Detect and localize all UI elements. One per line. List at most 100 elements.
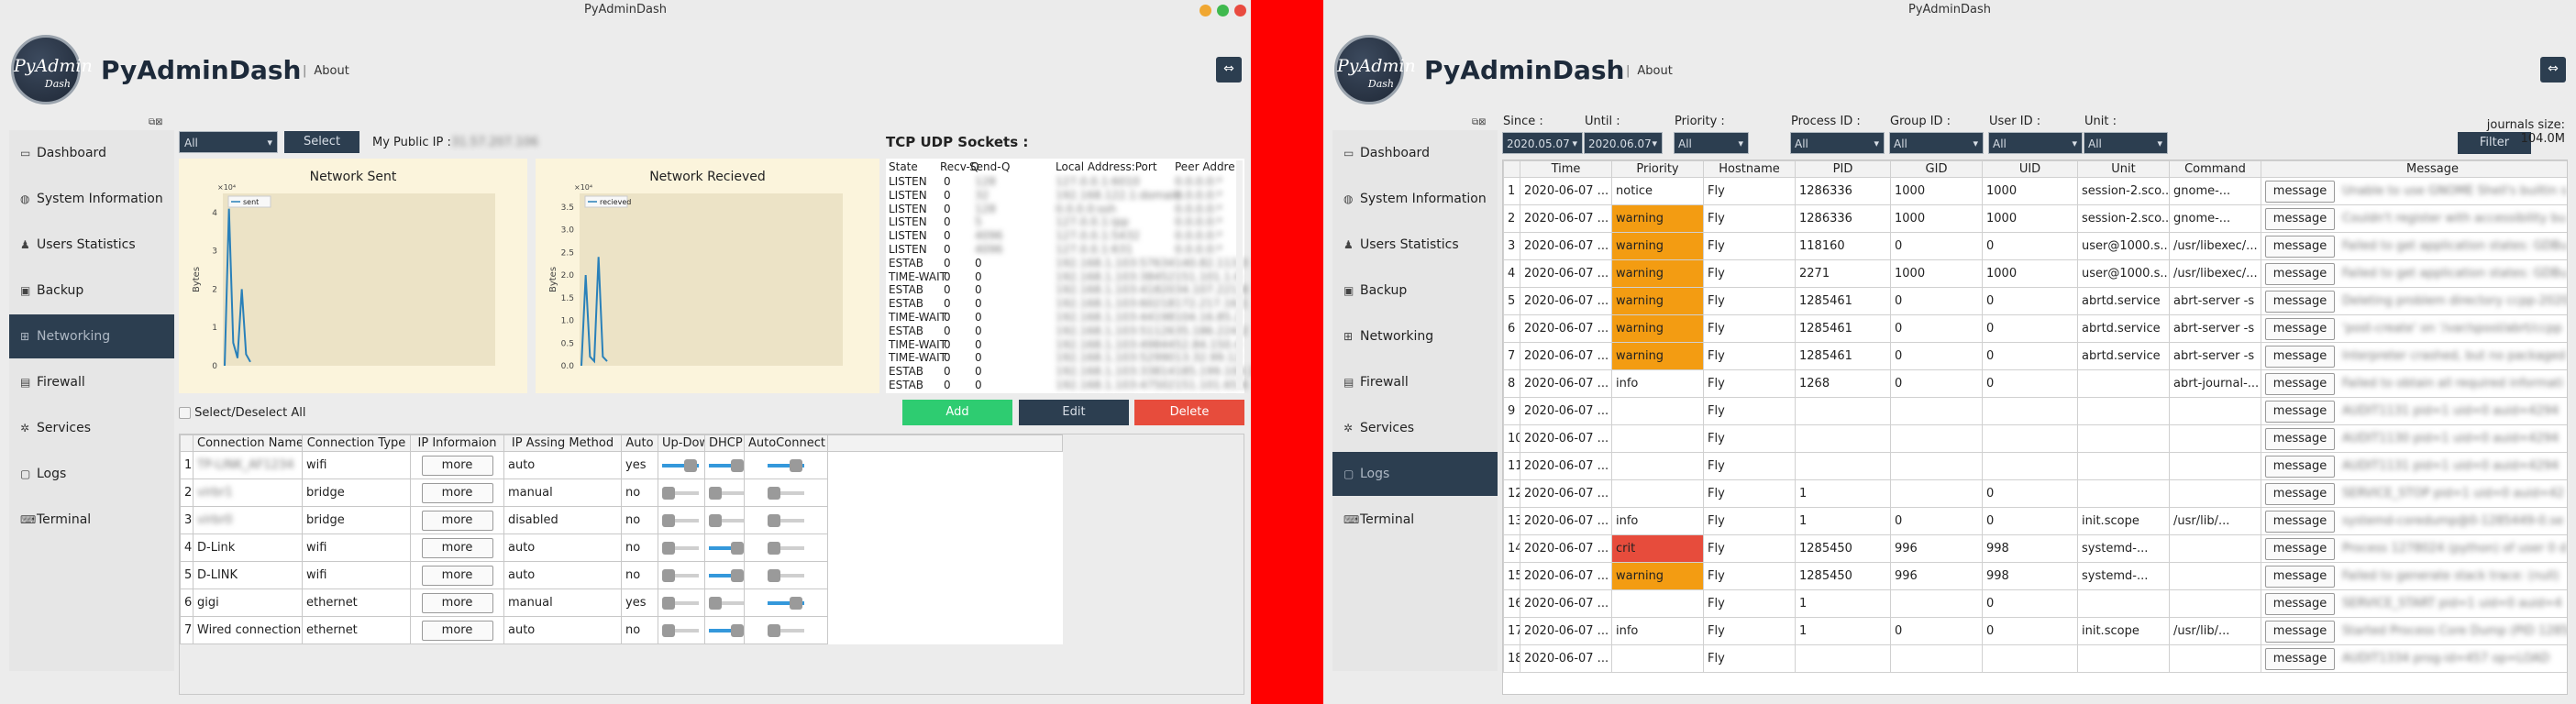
message-button[interactable]: message [2265, 427, 2335, 450]
toggle-knob[interactable] [662, 623, 675, 637]
log-row[interactable]: 142020-06-07 ...critFly1285450996998syst… [1503, 534, 2567, 563]
message-button[interactable]: message [2265, 372, 2335, 395]
toggle-knob[interactable] [768, 541, 780, 555]
add-button[interactable]: Add [902, 400, 1012, 425]
column-header[interactable]: GID [1890, 160, 1983, 178]
toggle-knob[interactable] [709, 513, 722, 527]
toggle-knob[interactable] [731, 458, 744, 472]
column-header[interactable]: Connection Type [302, 434, 411, 452]
more-button[interactable]: more [421, 620, 493, 641]
toggle-switch[interactable] [662, 513, 699, 527]
log-row[interactable]: 8 2020-06-07 ... info Fly 1268 0 0 abrt-journal… [1503, 369, 2567, 398]
sidebar-item-networking[interactable]: ⊞ Networking [1332, 314, 1498, 358]
toggle-knob[interactable] [790, 458, 802, 472]
connection-row[interactable]: 6 gigi ethernet more manual yes [180, 588, 1063, 617]
message-button[interactable]: message [2265, 317, 2335, 340]
column-header[interactable]: Auto [621, 434, 658, 452]
message-button[interactable]: message [2265, 207, 2335, 230]
message-button[interactable]: message [2265, 620, 2335, 643]
log-row[interactable]: 3 2020-06-07 ... warning Fly 118160 0 0 user@10… [1503, 232, 2567, 260]
toggle-switch[interactable] [662, 458, 699, 472]
toggle-knob[interactable] [790, 596, 802, 610]
message-button[interactable]: message [2265, 455, 2335, 478]
column-header[interactable]: Unit [2077, 160, 2170, 178]
toggle-switch[interactable] [662, 596, 699, 610]
toggle-knob[interactable] [662, 486, 675, 500]
column-header[interactable]: Message [2261, 160, 2567, 178]
log-row[interactable]: 5 2020-06-07 ... warning Fly 1285461 0 0 abrtd.… [1503, 287, 2567, 315]
filter-input[interactable]: All [2084, 132, 2168, 155]
log-row[interactable]: 4 2020-06-07 ... warning Fly 2271 1000 1000 use… [1503, 259, 2567, 288]
toggle-knob[interactable] [768, 623, 780, 637]
more-button[interactable]: more [421, 482, 493, 503]
log-row[interactable]: 1 2020-06-07 ... notice Fly 1286336 1000 1000 s… [1503, 177, 2567, 205]
sidebar-item-networking[interactable]: ⊞ Networking [9, 314, 174, 358]
message-button[interactable]: message [2265, 592, 2335, 615]
about-link[interactable]: About [1626, 64, 1672, 78]
toggle-switch[interactable] [662, 486, 699, 500]
column-header[interactable]: AutoConnect [744, 434, 828, 452]
connection-row[interactable]: 5 D-LINK wifi more auto no [180, 561, 1063, 589]
toggle-switch[interactable] [662, 568, 699, 582]
panel-float-icons[interactable]: ⧉⊠ [149, 117, 163, 127]
toggle-knob[interactable] [768, 513, 780, 527]
toggle-switch[interactable] [662, 541, 699, 555]
toggle-knob[interactable] [768, 486, 780, 500]
more-button[interactable]: more [421, 592, 493, 613]
column-header[interactable]: DHCP [704, 434, 745, 452]
toggle-switch[interactable] [709, 513, 744, 527]
log-row[interactable]: 112020-06-07 ... Fly message AUDIT1131 pid=… [1503, 452, 2567, 480]
column-header[interactable] [827, 434, 1063, 452]
column-header[interactable]: Time [1520, 160, 1612, 178]
column-header[interactable]: IP Assing Method [503, 434, 622, 452]
sidebar-toggle-button[interactable]: ⇔ [1216, 57, 1242, 82]
filter-input[interactable]: All [1988, 132, 2083, 155]
log-row[interactable]: 7 2020-06-07 ... warning Fly 1285461 0 0 abrtd.… [1503, 342, 2567, 370]
column-header[interactable]: PID [1795, 160, 1891, 178]
toggle-switch[interactable] [709, 623, 744, 637]
sidebar-item-backup[interactable]: ▣ Backup [1332, 269, 1498, 313]
filter-input[interactable]: 2020.05.07 [1502, 132, 1583, 155]
message-button[interactable]: message [2265, 180, 2335, 203]
toggle-switch[interactable] [662, 623, 699, 637]
toggle-knob[interactable] [731, 541, 744, 555]
message-button[interactable]: message [2265, 482, 2335, 505]
sidebar-item-dashboard[interactable]: ▭ Dashboard [9, 131, 174, 175]
toggle-switch[interactable] [709, 458, 744, 472]
toggle-knob[interactable] [662, 568, 675, 582]
select-button[interactable]: Select [284, 131, 359, 153]
column-header[interactable] [1503, 160, 1520, 178]
sidebar-item-backup[interactable]: ▣ Backup [9, 269, 174, 313]
about-link[interactable]: About [303, 64, 348, 78]
minimize-button[interactable] [1200, 5, 1211, 16]
log-row[interactable]: 122020-06-07 ... Fly1 0 message SERVICE_STOP… [1503, 479, 2567, 508]
maximize-button[interactable] [1217, 5, 1229, 16]
column-header[interactable]: UID [1982, 160, 2078, 178]
toggle-knob[interactable] [709, 596, 722, 610]
column-header[interactable]: Command [2169, 160, 2261, 178]
filter-input[interactable]: All [1889, 132, 1984, 155]
more-button[interactable]: more [421, 565, 493, 586]
message-button[interactable]: message [2265, 400, 2335, 423]
column-header[interactable]: Hostname [1703, 160, 1796, 178]
sidebar-item-services[interactable]: ✲ Services [9, 406, 174, 450]
toggle-knob[interactable] [662, 541, 675, 555]
toggle-switch[interactable] [768, 486, 804, 500]
log-row[interactable]: 182020-06-07 ... Fly message AUDIT1334 prog… [1503, 644, 2567, 673]
sidebar-item-terminal[interactable]: ⌨Terminal [9, 498, 174, 542]
sidebar-item-users-statistics[interactable]: ♟ Users Statistics [9, 223, 174, 267]
select-all-toggle[interactable]: Select/Deselect All [179, 406, 306, 420]
message-button[interactable]: message [2265, 647, 2335, 670]
column-header[interactable]: Connection Name [193, 434, 303, 452]
toggle-knob[interactable] [731, 623, 744, 637]
toggle-knob[interactable] [709, 486, 722, 500]
message-button[interactable]: message [2265, 345, 2335, 368]
sidebar-item-dashboard[interactable]: ▭ Dashboard [1332, 131, 1498, 175]
more-button[interactable]: more [421, 537, 493, 558]
sidebar-item-services[interactable]: ✲ Services [1332, 406, 1498, 450]
interface-filter-select[interactable]: All [179, 131, 278, 154]
filter-input[interactable]: All [1674, 132, 1749, 155]
message-button[interactable]: message [2265, 235, 2335, 258]
toggle-switch[interactable] [768, 623, 804, 637]
toggle-switch[interactable] [709, 568, 744, 582]
